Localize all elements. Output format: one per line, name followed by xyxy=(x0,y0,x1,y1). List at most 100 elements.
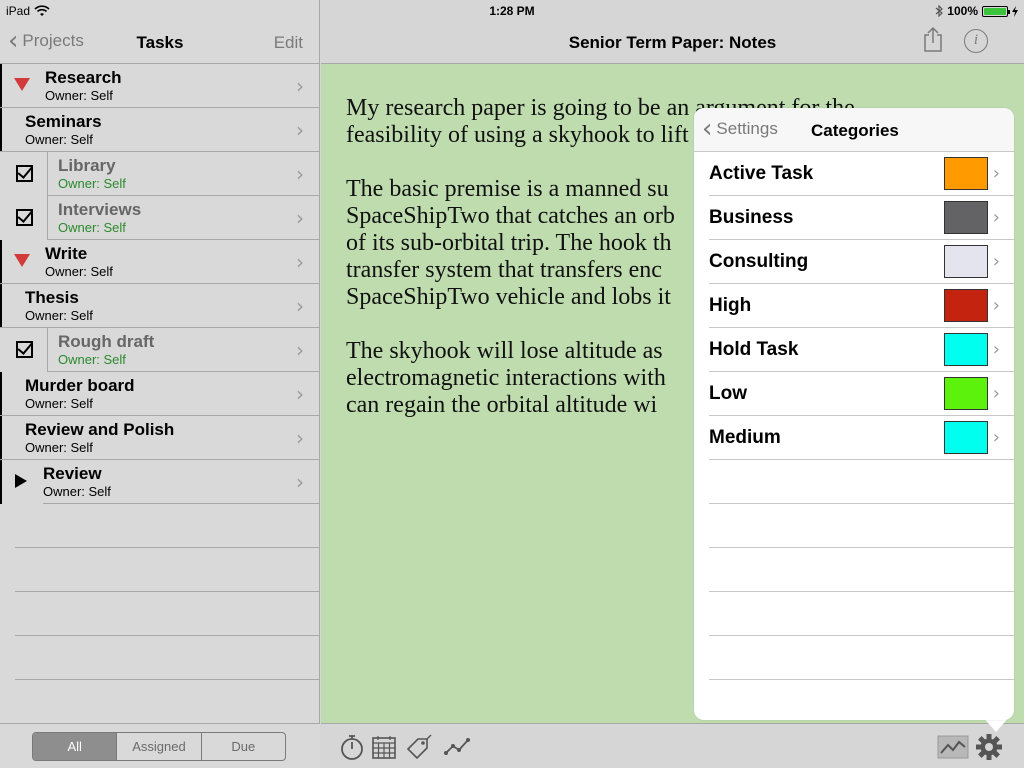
task-row[interactable]: Rough draft Owner: Self › xyxy=(0,328,320,372)
empty-row xyxy=(694,504,1014,548)
charging-icon xyxy=(1012,5,1018,17)
graph-view-icon[interactable] xyxy=(937,733,969,761)
indent-line xyxy=(47,152,48,196)
category-color-swatch[interactable] xyxy=(944,289,988,322)
checkbox[interactable] xyxy=(16,209,33,226)
note-line: The basic premise is a manned su xyxy=(346,176,669,202)
chevron-right-icon: › xyxy=(992,251,1000,272)
chevron-left-icon: ‹ xyxy=(702,114,713,144)
category-name: Business xyxy=(709,207,794,228)
category-row[interactable]: Consulting › xyxy=(694,240,1014,284)
category-row[interactable]: Medium › xyxy=(694,416,1014,460)
category-color-swatch[interactable] xyxy=(944,245,988,278)
bottom-toolbar xyxy=(321,723,1024,768)
bluetooth-icon xyxy=(935,5,944,17)
tree-line xyxy=(0,416,2,460)
expand-triangle-icon[interactable] xyxy=(15,474,27,488)
filter-due[interactable]: Due xyxy=(202,733,285,760)
empty-row xyxy=(0,680,320,724)
note-line: electromagnetic interactions with xyxy=(346,365,666,391)
empty-row xyxy=(694,592,1014,636)
category-color-swatch[interactable] xyxy=(944,333,988,366)
chevron-right-icon: › xyxy=(992,163,1000,184)
empty-row xyxy=(0,636,320,680)
chevron-right-icon: › xyxy=(992,427,1000,448)
category-name: Hold Task xyxy=(709,339,799,360)
popover-title: Categories xyxy=(811,121,899,140)
chevron-right-icon: › xyxy=(296,382,304,406)
calendar-icon[interactable] xyxy=(370,733,398,761)
popover-navbar: ‹ Settings Categories xyxy=(694,108,1014,152)
tree-line xyxy=(0,460,2,504)
status-bar: iPad 1:28 PM 100% xyxy=(0,0,1024,20)
categories-popover: ‹ Settings Categories Active Task › Busine… xyxy=(694,108,1014,720)
note-line: can regain the orbital altitude wi xyxy=(346,392,658,418)
filter-all[interactable]: All xyxy=(33,733,118,760)
info-icon[interactable]: i xyxy=(964,29,988,53)
task-row[interactable]: Library Owner: Self › xyxy=(0,152,320,196)
task-row[interactable]: Interviews Owner: Self › xyxy=(0,196,320,240)
task-row[interactable]: Review and Polish Owner: Self › xyxy=(0,416,320,460)
battery-icon xyxy=(982,5,1010,17)
settings-back-button[interactable]: ‹ Settings xyxy=(702,114,778,144)
task-title: Thesis xyxy=(25,288,79,307)
category-color-swatch[interactable] xyxy=(944,157,988,190)
checkbox[interactable] xyxy=(16,165,33,182)
gear-icon[interactable] xyxy=(975,733,1003,761)
page-title: Tasks xyxy=(136,33,184,52)
task-owner: Owner: Self xyxy=(25,396,93,411)
task-row[interactable]: Write Owner: Self › xyxy=(0,240,320,284)
collapse-triangle-icon[interactable] xyxy=(14,254,30,267)
edit-button[interactable]: Edit xyxy=(274,33,303,53)
task-list-navbar: ‹ Projects Tasks Edit xyxy=(0,20,320,64)
task-row[interactable]: Murder board Owner: Self › xyxy=(0,372,320,416)
category-name: Medium xyxy=(709,427,781,448)
empty-row xyxy=(694,460,1014,504)
note-line: of its sub-orbital trip. The hook th xyxy=(346,230,672,256)
triangle-down-icon xyxy=(14,78,30,91)
battery-percent: 100% xyxy=(947,4,978,18)
chevron-right-icon: › xyxy=(296,118,304,142)
empty-row xyxy=(0,504,320,548)
chevron-right-icon: › xyxy=(296,162,304,186)
task-row[interactable]: Research Owner: Self › xyxy=(0,64,320,108)
category-color-swatch[interactable] xyxy=(944,201,988,234)
filter-assigned[interactable]: Assigned xyxy=(117,733,202,760)
chevron-right-icon: › xyxy=(992,207,1000,228)
checkmark-icon xyxy=(16,209,33,226)
chevron-right-icon: › xyxy=(296,338,304,362)
task-owner: Owner: Self xyxy=(45,264,113,279)
indent-line xyxy=(47,328,48,372)
task-row[interactable]: Review Owner: Self › xyxy=(0,460,320,504)
task-title: Write xyxy=(45,244,88,263)
empty-row xyxy=(0,592,320,636)
empty-row xyxy=(694,636,1014,680)
task-title: Murder board xyxy=(25,376,135,395)
indent-line xyxy=(47,196,48,240)
task-list: Research Owner: Self › Seminars Owner: Self ›… xyxy=(0,64,320,724)
task-row[interactable]: Thesis Owner: Self › xyxy=(0,284,320,328)
category-color-swatch[interactable] xyxy=(944,421,988,454)
task-title: Rough draft xyxy=(58,332,155,351)
triangle-right-icon xyxy=(15,474,27,488)
category-row[interactable]: Active Task › xyxy=(694,152,1014,196)
checkbox[interactable] xyxy=(16,341,33,358)
tag-icon[interactable] xyxy=(404,733,432,761)
task-row[interactable]: Seminars Owner: Self › xyxy=(0,108,320,152)
share-icon[interactable] xyxy=(922,26,944,52)
chart-icon[interactable] xyxy=(443,733,471,761)
tree-line xyxy=(0,64,2,108)
empty-row xyxy=(0,548,320,592)
category-color-swatch[interactable] xyxy=(944,377,988,410)
chevron-right-icon: › xyxy=(296,294,304,318)
stopwatch-icon[interactable] xyxy=(338,733,366,761)
category-row[interactable]: Low › xyxy=(694,372,1014,416)
category-row[interactable]: Hold Task › xyxy=(694,328,1014,372)
category-row[interactable]: Business › xyxy=(694,196,1014,240)
collapse-triangle-icon[interactable] xyxy=(14,78,30,91)
chevron-right-icon: › xyxy=(992,383,1000,404)
chevron-right-icon: › xyxy=(992,339,1000,360)
task-list-pane: ‹ Projects Tasks Edit Research Owner: Sel… xyxy=(0,0,320,768)
task-owner: Owner: Self xyxy=(43,484,111,499)
category-row[interactable]: High › xyxy=(694,284,1014,328)
